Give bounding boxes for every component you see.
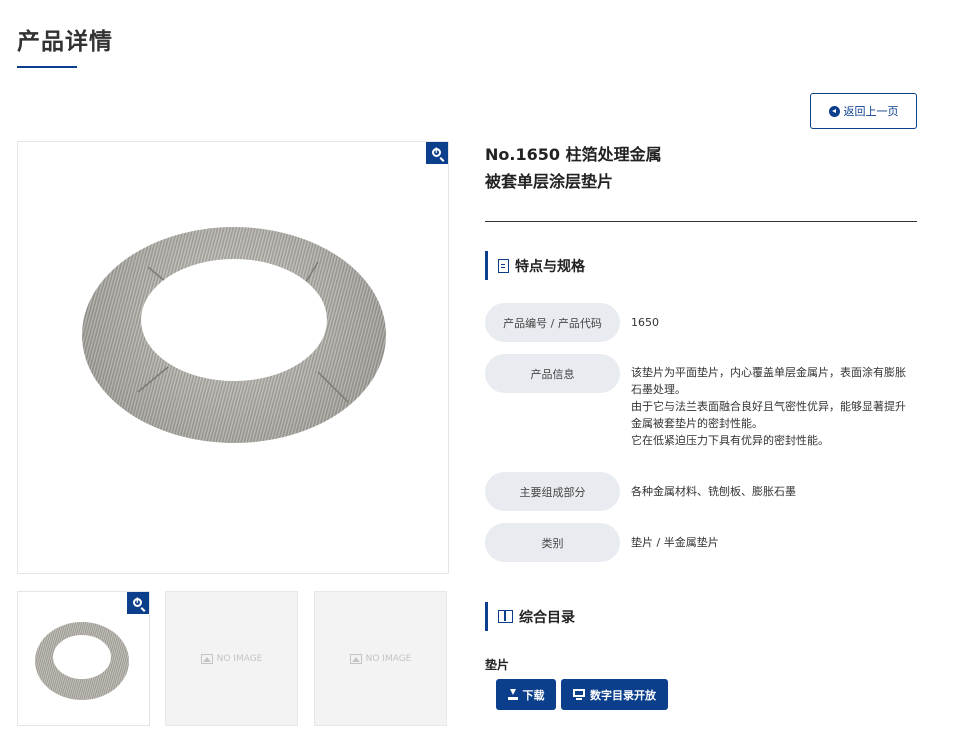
image-placeholder-icon <box>349 653 362 664</box>
specs-heading: 特点与规格 <box>485 251 585 280</box>
arrow-left-circle-icon <box>828 105 840 117</box>
catalog-heading-text: 综合目录 <box>519 609 575 626</box>
title-divider <box>485 221 917 222</box>
document-icon <box>498 258 509 273</box>
spec-label-code: 产品编号 / 产品代码 <box>485 303 620 342</box>
back-button-label: 返回上一页 <box>843 105 899 118</box>
product-title-line-1: No.1650 柱箔处理金属 <box>485 145 662 164</box>
product-title-line-2: 被套单层涂层垫片 <box>485 172 614 191</box>
spec-info-line: 金属被套垫片的密封性能。 <box>631 417 763 430</box>
image-placeholder-icon <box>200 653 213 664</box>
no-image-text: NO IMAGE <box>365 653 412 664</box>
spec-info-line: 它在低紧迫压力下具有优异的密封性能。 <box>631 434 829 447</box>
download-button[interactable]: 下载 <box>496 679 556 710</box>
zoom-in-icon <box>431 145 441 157</box>
zoom-main-button[interactable] <box>426 142 448 164</box>
thumbnail-3[interactable]: NO IMAGE <box>314 591 447 726</box>
back-button[interactable]: 返回上一页 <box>810 93 917 129</box>
main-product-image[interactable] <box>17 141 449 574</box>
download-button-label: 下载 <box>522 688 545 702</box>
specs-heading-text: 特点与规格 <box>515 258 585 275</box>
book-icon <box>498 610 513 623</box>
spec-value-info: 该垫片为平面垫片，内心覆盖单层金属片，表面涂有膨胀 石墨处理。 由于它与法兰表面… <box>631 364 917 449</box>
spec-label-info: 产品信息 <box>485 354 620 393</box>
no-image-text: NO IMAGE <box>216 653 263 664</box>
digital-catalog-button-label: 数字目录开放 <box>590 688 656 702</box>
spec-label-components: 主要组成部分 <box>485 472 620 511</box>
monitor-icon <box>573 689 585 700</box>
digital-catalog-button[interactable]: 数字目录开放 <box>561 679 668 710</box>
spec-value-category: 垫片 / 半金属垫片 <box>631 536 719 549</box>
page-title: 产品详情 <box>17 29 113 55</box>
catalog-item-label: 垫片 <box>485 658 510 672</box>
spec-value-code: 1650 <box>631 316 659 329</box>
spec-label-category: 类别 <box>485 523 620 562</box>
spec-info-line: 由于它与法兰表面融合良好且气密性优异，能够显著提升 <box>631 400 906 413</box>
gasket-image <box>18 142 448 573</box>
catalog-heading: 综合目录 <box>485 602 575 631</box>
thumbnail-2[interactable]: NO IMAGE <box>165 591 298 726</box>
spec-value-components: 各种金属材料、铣刨板、膨胀石墨 <box>631 485 796 498</box>
zoom-thumbnail-button[interactable] <box>127 592 149 614</box>
title-underline <box>17 66 77 68</box>
spec-info-line: 该垫片为平面垫片，内心覆盖单层金属片，表面涂有膨胀 <box>631 366 906 379</box>
product-title: No.1650 柱箔处理金属 被套单层涂层垫片 <box>485 141 915 195</box>
download-icon <box>507 689 518 700</box>
zoom-in-icon <box>132 595 142 607</box>
spec-info-line: 石墨处理。 <box>631 383 686 396</box>
